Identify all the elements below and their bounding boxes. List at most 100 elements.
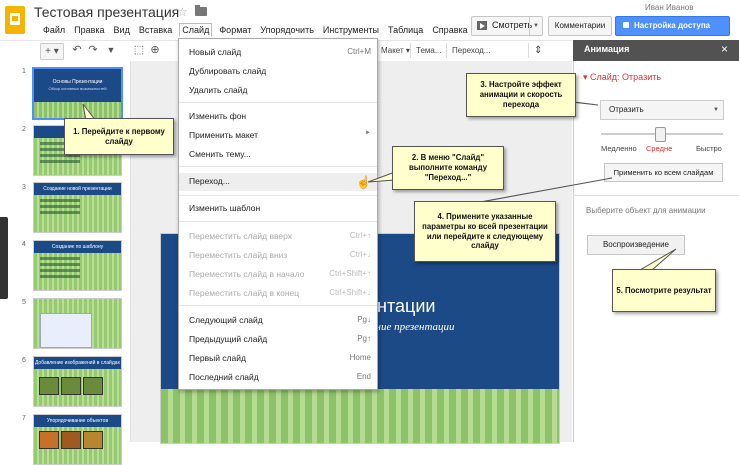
thumb-subtitle: Обзор основных возможностей <box>48 86 107 91</box>
share-button[interactable]: Настройка доступа <box>615 16 730 36</box>
slide-number: 1 <box>22 68 26 75</box>
play-button[interactable]: Воспроизведение <box>587 235 685 255</box>
menu-edit[interactable]: Правка <box>72 24 106 36</box>
shortcut-text: Pg↑ <box>357 334 371 343</box>
slide-menu-dropdown: Новый слайд Ctrl+M Дублировать слайд Уда… <box>178 38 378 390</box>
menu-item-duplicate-slide[interactable]: Дублировать слайд <box>189 66 266 76</box>
lock-icon <box>623 22 629 28</box>
slide-number: 6 <box>22 357 26 364</box>
slide-subtitle[interactable]: ание презентации <box>370 321 455 333</box>
user-name[interactable]: Иван Иванов <box>645 3 693 12</box>
menu-item-previous-slide[interactable]: Предыдущий слайд <box>189 334 267 344</box>
menu-item-change-theme[interactable]: Сменить тему... <box>189 149 251 159</box>
undo-icon[interactable]: ↶ <box>70 43 84 58</box>
select-icon[interactable]: ⬚ <box>132 43 146 58</box>
thumb-title: Создание новой презентации <box>34 183 121 195</box>
submenu-arrow-icon: ► <box>365 130 371 136</box>
shortcut-text: Ctrl+Shift+↓ <box>329 288 371 297</box>
slide-thumbnail-6[interactable]: Добавление изображений в слайдах <box>33 356 122 407</box>
add-label: + <box>45 46 52 57</box>
panel-divider <box>573 195 739 196</box>
menu-item-delete-slide[interactable]: Удалить слайд <box>189 85 247 95</box>
paint-format-icon[interactable]: ▼ <box>104 43 118 58</box>
menu-format[interactable]: Формат <box>217 24 253 36</box>
layout-label: Макет <box>381 46 404 55</box>
effect-value: Отразить <box>609 105 644 114</box>
slide-thumbnail-3[interactable]: Создание новой презентации <box>33 182 122 233</box>
menu-item-last-slide[interactable]: Последний слайд <box>189 372 259 382</box>
transition-effect-heading[interactable]: ▾ Слайд: Отразить <box>583 72 661 83</box>
menu-item-move-up[interactable]: Переместить слайд вверх <box>189 231 292 241</box>
hand-cursor-icon: ☝ <box>356 175 371 189</box>
menu-item-move-down[interactable]: Переместить слайд вниз <box>189 250 287 260</box>
close-icon[interactable]: × <box>721 42 728 56</box>
zoom-icon[interactable]: ⊕ <box>148 43 162 58</box>
side-panel-toggle[interactable] <box>0 217 8 299</box>
menu-item-transition[interactable]: Переход... <box>189 176 230 186</box>
shortcut-text: Ctrl+↓ <box>349 250 371 259</box>
speed-slow-label: Медленно <box>601 144 637 153</box>
slide-thumbnail-7[interactable]: Упорядочивание объектов <box>33 414 122 465</box>
slides-logo[interactable] <box>5 6 25 34</box>
menu-view[interactable]: Вид <box>112 24 132 36</box>
layout-button[interactable]: Макет ▾ <box>375 43 415 58</box>
menu-file[interactable]: Файл <box>41 24 67 36</box>
redo-icon[interactable]: ↷ <box>86 43 100 58</box>
menu-item-change-background[interactable]: Изменить фон <box>189 111 246 121</box>
comments-button[interactable]: Комментарии <box>548 16 612 36</box>
menu-arrange[interactable]: Упорядочить <box>258 24 316 36</box>
add-slide-button[interactable]: + ▾ <box>40 43 64 60</box>
transition-button[interactable]: Переход... <box>446 43 530 58</box>
folder-icon[interactable] <box>195 5 207 16</box>
callout-step-5: 5. Посмотрите результат <box>612 269 716 312</box>
present-icon <box>477 21 487 30</box>
thumb-title: Добавление изображений в слайдах <box>34 357 121 369</box>
document-title[interactable]: Тестовая презентация <box>34 4 179 20</box>
effect-select[interactable]: Отразить ▼ <box>600 100 724 120</box>
menu-item-move-to-start[interactable]: Переместить слайд в начало <box>189 269 305 279</box>
thumb-title: Упорядочивание объектов <box>34 415 121 427</box>
shortcut-text: Ctrl+M <box>347 47 371 56</box>
menu-bar: Файл Правка Вид Вставка Слайд Формат Упорядочи… <box>41 23 475 37</box>
menu-item-next-slide[interactable]: Следующий слайд <box>189 315 263 325</box>
shortcut-text: Ctrl+Shift+↑ <box>329 269 371 278</box>
callout-step-3: 3. Настройте эффект анимации и скорость … <box>466 73 576 117</box>
menu-item-edit-master[interactable]: Изменить шаблон <box>189 203 260 213</box>
collapse-toolbar-icon[interactable]: ⇕ <box>528 43 548 58</box>
menu-slide[interactable]: Слайд <box>179 23 213 37</box>
slide-thumbnail-4[interactable]: Создание по шаблону <box>33 240 122 291</box>
menu-item-apply-layout[interactable]: Применить макет <box>189 130 258 140</box>
theme-button[interactable]: Тема... <box>410 43 450 58</box>
menu-item-first-slide[interactable]: Первый слайд <box>189 353 246 363</box>
slide-number: 4 <box>22 241 26 248</box>
apply-to-all-button[interactable]: Применить ко всем слайдам <box>604 163 723 182</box>
menu-insert[interactable]: Вставка <box>137 24 174 36</box>
chevron-down-icon: ▼ <box>713 107 719 113</box>
thumb-title: Основы Презентации <box>52 79 103 85</box>
chevron-down-icon[interactable]: ▼ <box>529 17 542 35</box>
speed-slider-handle[interactable] <box>655 127 666 142</box>
panel-title: Анимация <box>584 44 630 54</box>
menu-tools[interactable]: Инструменты <box>321 24 381 36</box>
slide-thumbnail-5[interactable] <box>33 298 122 349</box>
star-icon[interactable]: ☆ <box>177 5 188 19</box>
callout-step-4: 4. Примените указанные параметры ко всей… <box>414 201 556 262</box>
menu-item-move-to-end[interactable]: Переместить слайд в конец <box>189 288 299 298</box>
shortcut-text: Pg↓ <box>357 315 371 324</box>
slide-number: 2 <box>22 126 26 133</box>
menu-table[interactable]: Таблица <box>386 24 425 36</box>
slide-thumbnail-1[interactable]: Основы Презентации Обзор основных возмож… <box>32 67 123 120</box>
slide-number: 7 <box>22 415 26 422</box>
menu-item-new-slide[interactable]: Новый слайд <box>189 47 241 57</box>
speed-medium-label: Средне <box>646 144 673 153</box>
select-object-hint: Выберите объект для анимации <box>586 206 706 215</box>
callout-step-2: 2. В меню "Слайд" выполните команду "Пер… <box>392 146 504 190</box>
shortcut-text: End <box>356 372 371 381</box>
menu-help[interactable]: Справка <box>430 24 469 36</box>
slide-number: 5 <box>22 299 26 306</box>
present-label: Смотреть <box>492 20 533 30</box>
shortcut-text: Home <box>349 353 371 362</box>
share-label: Настройка доступа <box>634 21 711 30</box>
present-button[interactable]: Смотреть ▼ <box>471 16 543 36</box>
slide-number: 3 <box>22 184 26 191</box>
